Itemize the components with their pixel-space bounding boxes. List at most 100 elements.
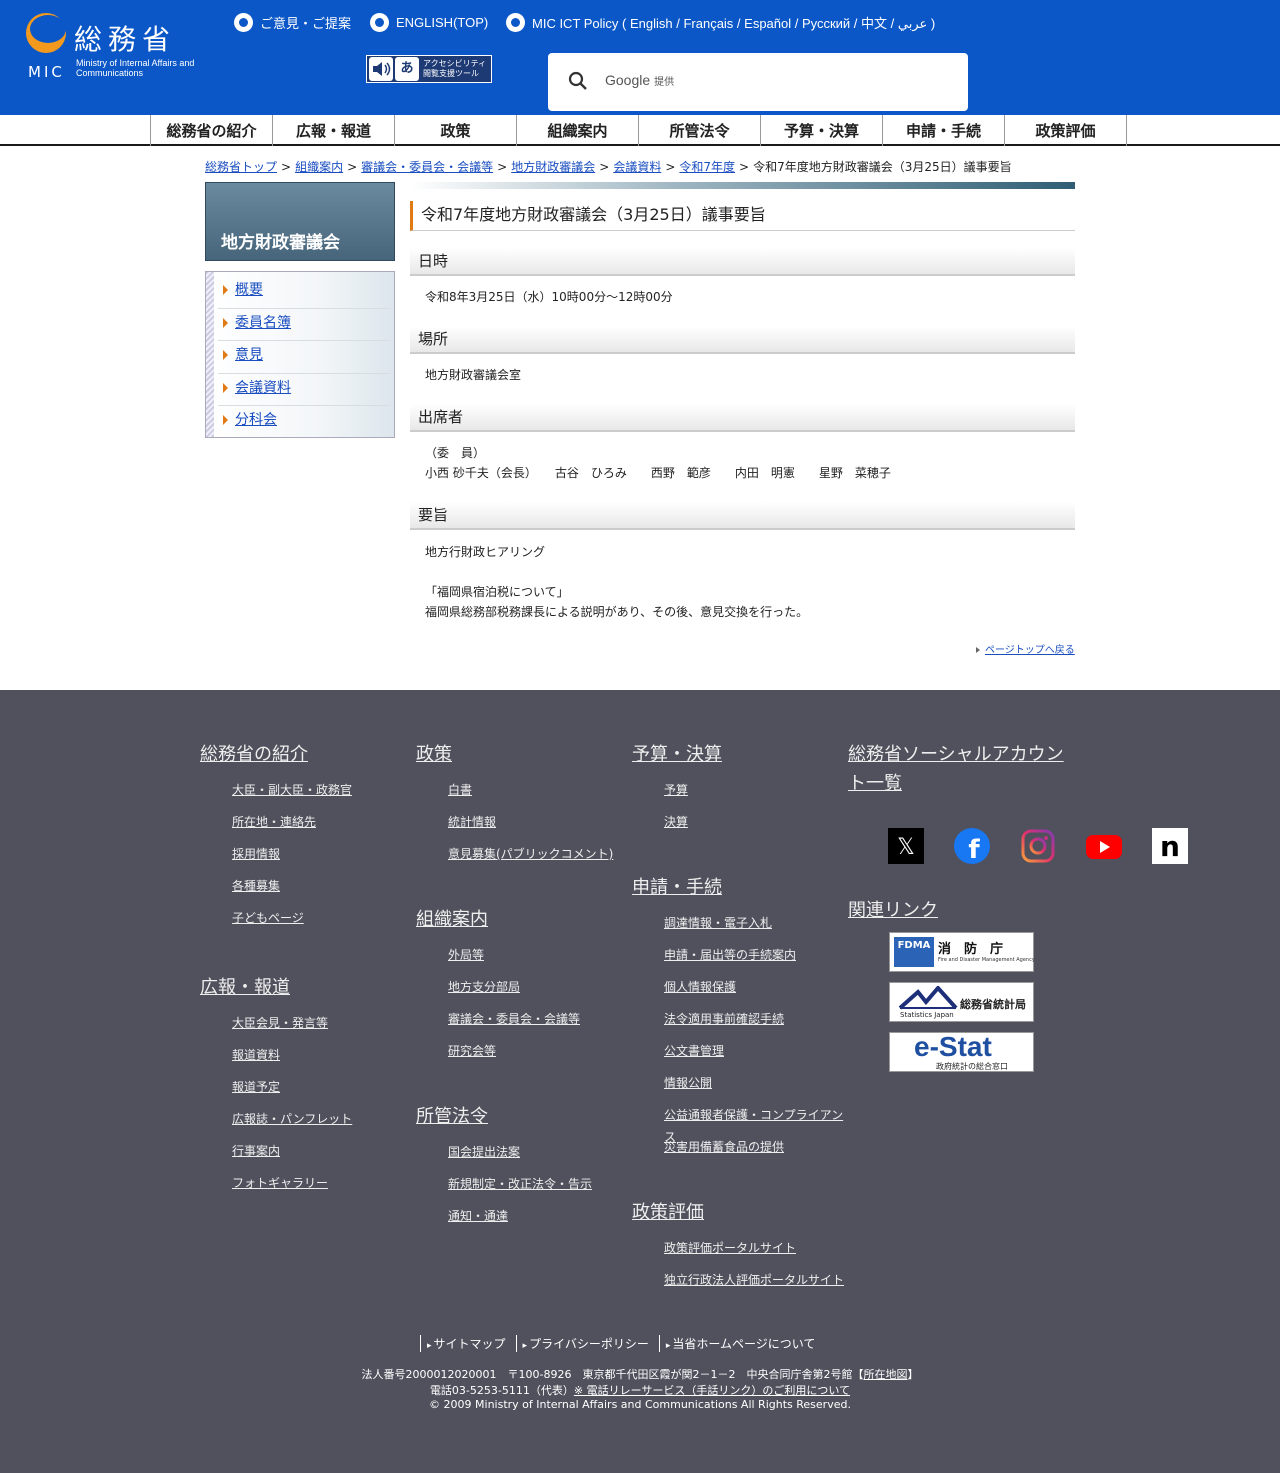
footer-link[interactable]: 予算: [664, 783, 688, 797]
sidebar-item-members[interactable]: 委員名簿: [218, 309, 390, 341]
accessibility-tool-label: アクセシビリティ閲覧支援ツール: [423, 59, 487, 78]
breadcrumb-link[interactable]: 地方財政審議会: [511, 160, 595, 174]
footer-heading-related[interactable]: 関連リンク: [848, 896, 938, 925]
footer-link[interactable]: 個人情報保護: [664, 980, 736, 994]
breadcrumb-link[interactable]: 審議会・委員会・会議等: [361, 160, 493, 174]
nav-item-organization[interactable]: 組織案内: [517, 115, 639, 146]
map-link[interactable]: 所在地図: [863, 1368, 907, 1381]
footer-heading-evaluation[interactable]: 政策評価: [632, 1198, 846, 1227]
breadcrumb-link[interactable]: 令和7年度: [679, 160, 735, 174]
sitemap-link[interactable]: サイトマップ: [420, 1335, 516, 1352]
footer-link[interactable]: 白書: [448, 783, 472, 797]
nav-item-applications[interactable]: 申請・手続: [883, 115, 1005, 146]
footer-link[interactable]: 研究会等: [448, 1044, 496, 1058]
footer-link[interactable]: 報道資料: [232, 1048, 280, 1062]
logo-abbr: MIC: [28, 63, 65, 81]
footer-link[interactable]: 申請・届出等の手続案内: [664, 948, 796, 962]
footer-link[interactable]: 政策評価ポータルサイト: [664, 1241, 796, 1255]
footer-link[interactable]: 情報公開: [664, 1076, 712, 1090]
section-body-place: 地方財政審議会室: [425, 368, 522, 382]
section-heading-datetime: 日時: [410, 248, 1075, 276]
footer-link[interactable]: 独立行政法人評価ポータルサイト: [664, 1273, 844, 1287]
fdma-logo: FDMA: [894, 937, 934, 967]
breadcrumb-link[interactable]: 総務省トップ: [205, 160, 277, 174]
ict-policy-link[interactable]: MIC ICT Policy ( English / Français / Es…: [506, 13, 935, 32]
footer-link[interactable]: フォトギャラリー: [232, 1176, 328, 1190]
footer-link[interactable]: 決算: [664, 815, 688, 829]
footer-heading-policy[interactable]: 政策: [416, 740, 626, 769]
footer-link[interactable]: 法令適用事前確認手続: [664, 1012, 784, 1026]
nav-item-evaluation[interactable]: 政策評価: [1005, 115, 1127, 146]
search-icon: [568, 71, 587, 90]
english-top-link[interactable]: ENGLISH(TOP): [370, 13, 488, 32]
opinion-link[interactable]: ご意見・ご提案: [234, 13, 351, 32]
footer-link[interactable]: 意見募集(パブリックコメント): [448, 847, 613, 861]
facebook-icon[interactable]: f: [954, 828, 990, 865]
footer-link[interactable]: 災害用備蓄食品の提供: [664, 1140, 784, 1154]
sidebar-item-overview[interactable]: 概要: [218, 276, 390, 309]
fdma-banner[interactable]: FDMA 消 防 庁 Fire and Disaster Management …: [889, 932, 1035, 972]
footer-link[interactable]: 調達情報・電子入札: [664, 916, 772, 930]
note-icon[interactable]: n: [1152, 828, 1188, 864]
page-top-link[interactable]: ページトップへ戻る: [976, 641, 1075, 656]
footer-link[interactable]: 国会提出法案: [448, 1145, 520, 1159]
sidebar-item-subcommittee[interactable]: 分科会: [218, 406, 390, 439]
stat-bureau-banner[interactable]: 総務省統計局 Statistics Japan: [889, 982, 1034, 1022]
sidebar-title: 地方財政審議会: [221, 233, 340, 253]
privacy-policy-link[interactable]: プライバシーポリシー: [515, 1335, 659, 1352]
google-search-brand: Google 提供: [605, 72, 675, 88]
sidebar-item-materials[interactable]: 会議資料: [218, 374, 390, 406]
footer-link[interactable]: 報道予定: [232, 1080, 280, 1094]
footer-heading-organization[interactable]: 組織案内: [416, 905, 626, 934]
footer-link[interactable]: 大臣・副大臣・政務官: [232, 783, 352, 797]
radio-bullet-icon: [234, 13, 253, 32]
footer-link[interactable]: 新規制定・改正法令・告示: [448, 1177, 592, 1191]
about-site-link[interactable]: 当省ホームページについて: [658, 1335, 826, 1352]
breadcrumb-link[interactable]: 組織案内: [295, 160, 343, 174]
footer-link[interactable]: 大臣会見・発言等: [232, 1016, 328, 1030]
x-icon[interactable]: 𝕏: [888, 828, 924, 864]
footer-link[interactable]: 公文書管理: [664, 1044, 724, 1058]
nav-item-about[interactable]: 総務省の紹介: [151, 115, 273, 146]
footer-link[interactable]: 広報誌・パンフレット: [232, 1112, 352, 1126]
sidebar-title-banner: 地方財政審議会: [205, 182, 395, 261]
nav-item-press[interactable]: 広報・報道: [273, 115, 395, 146]
footer-link[interactable]: 統計情報: [448, 815, 496, 829]
nav-item-budget[interactable]: 予算・決算: [761, 115, 883, 146]
footer-link[interactable]: 審議会・委員会・会議等: [448, 1012, 580, 1026]
radio-bullet-icon: [506, 13, 525, 32]
sidebar-item-opinions[interactable]: 意見: [218, 341, 390, 374]
breadcrumb-link[interactable]: 会議資料: [613, 160, 661, 174]
relay-service-link[interactable]: ※ 電話リレーサービス（手話リンク）のご利用について: [574, 1384, 850, 1397]
footer-heading-social[interactable]: 総務省ソーシャルアカウン ト一覧: [848, 740, 1078, 798]
footer-heading-press[interactable]: 広報・報道: [200, 973, 400, 1002]
mic-logo[interactable]: 総務省 MIC Ministry of Internal Affairs and…: [26, 13, 216, 85]
footer-heading-about[interactable]: 総務省の紹介: [200, 740, 400, 769]
footer-link[interactable]: 採用情報: [232, 847, 280, 861]
footer-link[interactable]: 子どもページ: [232, 911, 304, 925]
footer-heading-applications[interactable]: 申請・手続: [632, 873, 846, 902]
footer-link[interactable]: 行事案内: [232, 1144, 280, 1158]
youtube-icon[interactable]: [1086, 828, 1122, 864]
footer-link[interactable]: 所在地・連絡先: [232, 815, 316, 829]
footer-bottom-links: サイトマップ プライバシーポリシー 当省ホームページについて: [420, 1335, 825, 1352]
global-nav: 総務省の紹介 広報・報道 政策 組織案内 所管法令 予算・決算 申請・手続 政策…: [0, 115, 1280, 146]
page-title: 令和7年度地方財政審議会（3月25日）議事要旨: [410, 201, 1075, 231]
nav-item-policy[interactable]: 政策: [395, 115, 517, 146]
footer-link[interactable]: 外局等: [448, 948, 484, 962]
instagram-icon[interactable]: [1020, 828, 1056, 864]
site-header: 総務省 MIC Ministry of Internal Affairs and…: [0, 0, 1280, 115]
footer-phone: 電話03-5253-5111（代表）※ 電話リレーサービス（手話リンク）のご利用…: [429, 1384, 851, 1397]
footer-link[interactable]: 地方支分部局: [448, 980, 520, 994]
footer-heading-budget[interactable]: 予算・決算: [632, 740, 846, 769]
search-input[interactable]: Google 提供: [548, 53, 968, 111]
estat-banner[interactable]: e-Stat 政府統計の総合窓口: [889, 1031, 1034, 1072]
footer-link[interactable]: 通知・通達: [448, 1209, 508, 1223]
site-footer: 総務省の紹介 大臣・副大臣・政務官 所在地・連絡先 採用情報 各種募集 子どもペ…: [0, 690, 1280, 1473]
footer-link[interactable]: 各種募集: [232, 879, 280, 893]
footer-heading-laws[interactable]: 所管法令: [416, 1102, 626, 1131]
hiragana-a-icon: あ: [395, 57, 419, 81]
footer-address: 法人番号2000012020001 〒100-8926 東京都千代田区霞が関2－…: [361, 1368, 919, 1381]
accessibility-tool-button[interactable]: あ アクセシビリティ閲覧支援ツール: [366, 55, 492, 83]
nav-item-laws[interactable]: 所管法令: [639, 115, 761, 146]
